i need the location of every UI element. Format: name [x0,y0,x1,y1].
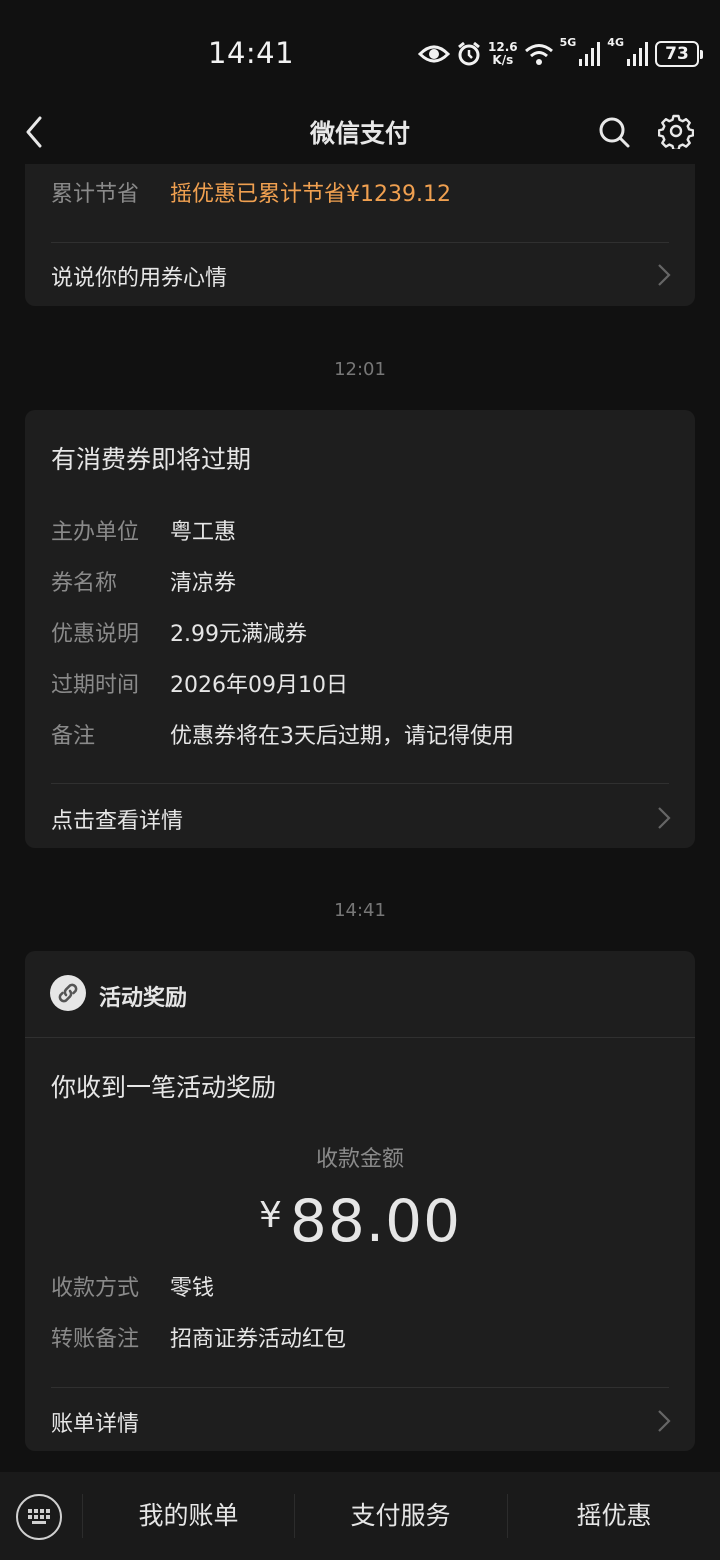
message-timestamp: 12:01 [334,359,386,380]
row-value: 2026年09月10日 [170,673,348,698]
signal-icon [626,42,648,66]
bottom-menu-bar: 我的账单 支付服务 摇优惠 [0,1472,720,1560]
tab-my-bills[interactable]: 我的账单 [83,1472,294,1560]
battery-icon: 73 [654,41,703,67]
row-value: 优惠券将在3天后过期，请记得使用 [170,724,514,749]
row-value: 零钱 [170,1276,215,1301]
message-timestamp: 14:41 [334,900,386,921]
signal-2-label: 4G [607,36,624,49]
savings-value: 摇优惠已累计节省¥1239.12 [170,182,451,207]
eye-icon [418,45,450,63]
row-value: 2.99元满减券 [170,622,307,647]
savings-label: 累计节省 [51,182,140,207]
link-icon [50,975,86,1011]
row-value: 粤工惠 [170,520,237,545]
tab-payment-services[interactable]: 支付服务 [295,1472,506,1560]
bill-details-link[interactable]: 账单详情 [51,1406,139,1438]
card-title: 你收到一笔活动奖励 [51,1073,277,1102]
tab-shake-discount[interactable]: 摇优惠 [508,1472,720,1560]
amount: ¥88.00 [25,1187,695,1255]
chevron-right-icon [658,807,671,829]
network-speed: 12.6 K/s [488,41,518,67]
row-label: 备注 [51,724,96,749]
row-value: 招商证券活动红包 [170,1327,347,1352]
row-label: 主办单位 [51,520,140,545]
status-time: 14:41 [208,36,295,70]
reward-card: 活动奖励 你收到一笔活动奖励 收款金额 ¥88.00 收款方式 零钱 转账备注 … [25,951,695,1451]
amount-value: 88.00 [289,1187,461,1255]
keyboard-icon[interactable] [16,1494,62,1540]
row-label: 过期时间 [51,673,140,698]
view-details-link[interactable]: 点击查看详情 [51,803,183,835]
status-bar: 14:41 12.6 K/s 5G 4G 73 [0,0,720,100]
alarm-icon [458,41,480,66]
search-icon[interactable] [596,114,632,150]
wifi-icon [524,44,553,65]
coupon-feeling-link[interactable]: 说说你的用券心情 [51,260,227,292]
row-label: 转账备注 [51,1327,140,1352]
signal-1-label: 5G [559,36,577,49]
amount-label: 收款金额 [315,1147,404,1172]
row-label: 收款方式 [51,1276,140,1301]
savings-card: 累计节省 摇优惠已累计节省¥1239.12 说说你的用券心情 [25,150,695,306]
signal-icon [579,42,601,66]
chevron-right-icon [658,1410,671,1432]
row-value: 清凉券 [170,571,237,596]
battery-level: 73 [654,41,699,67]
row-label: 优惠说明 [51,622,140,647]
network-speed-unit: K/s [492,53,514,67]
chevron-right-icon [658,264,671,286]
coupon-expiry-card: 有消费券即将过期 主办单位 粤工惠 券名称 清凉券 优惠说明 2.99元满减券 … [25,410,695,848]
card-title: 有消费券即将过期 [51,445,252,474]
row-label: 券名称 [51,571,118,596]
nav-bar-overlay: 微信支付 [0,100,720,164]
card-header-title: 活动奖励 [99,986,188,1011]
status-icons: 12.6 K/s 5G 4G 73 [418,36,703,72]
currency-symbol: ¥ [259,1195,282,1236]
gear-icon[interactable] [658,113,694,149]
